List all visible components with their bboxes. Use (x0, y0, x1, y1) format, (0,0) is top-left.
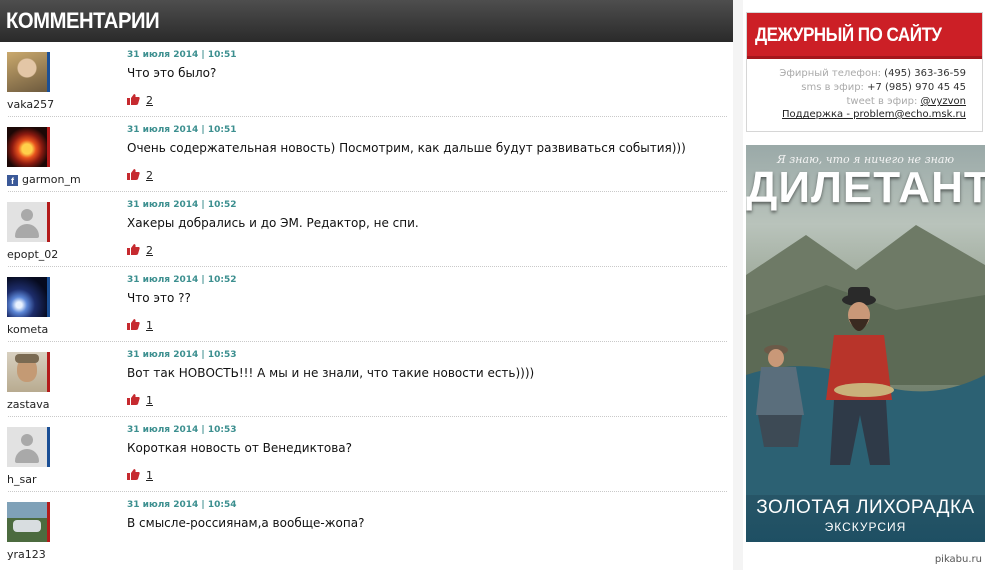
avatar[interactable] (7, 427, 50, 467)
username-text[interactable]: epopt_02 (7, 248, 58, 261)
comment-author[interactable]: h_sar (7, 473, 36, 486)
comment-item: f garmon_m 31 июля 2014 | 10:51 Очень содер… (0, 117, 733, 192)
facebook-icon: f (7, 175, 18, 186)
comment-text: Хакеры добрались и до ЭМ. Редактор, не с… (127, 216, 419, 230)
like-control[interactable]: 1 (127, 394, 153, 407)
comment-text: Вот так НОВОСТЬ!!! А мы и не знали, что … (127, 366, 535, 380)
comment-author[interactable]: kometa (7, 323, 48, 336)
comment-item: yra123 31 июля 2014 | 10:54 В смысле-росси… (0, 492, 733, 567)
comment-author[interactable]: epopt_02 (7, 248, 58, 261)
like-control[interactable]: 2 (127, 169, 153, 182)
thumbs-up-icon[interactable] (127, 319, 140, 330)
comment-author[interactable]: f garmon_m (7, 173, 81, 186)
comment-date: 31 июля 2014 | 10:54 (127, 500, 237, 510)
site-duty-title: ДЕЖУРНЫЙ ПО САЙТУ (755, 25, 942, 46)
comment-text: Очень содержательная новость) Посмотрим,… (127, 141, 686, 155)
like-count[interactable]: 1 (146, 394, 153, 407)
tweet-row: tweet в эфир: @vyzvon (847, 96, 967, 107)
avatar[interactable] (7, 502, 50, 542)
ad-brand-logo: ДИЛЕТАНТ (746, 163, 985, 212)
avatar[interactable] (7, 127, 50, 167)
thumbs-up-icon[interactable] (127, 244, 140, 255)
thumbs-up-icon[interactable] (127, 469, 140, 480)
comment-item: kometa 31 июля 2014 | 10:52 Что это ?? 1 (0, 267, 733, 342)
like-count[interactable]: 2 (146, 94, 153, 107)
tweet-link[interactable]: @vyzvon (921, 96, 966, 107)
avatar[interactable] (7, 352, 50, 392)
comment-date: 31 июля 2014 | 10:51 (127, 50, 237, 60)
gold-rush-illustration (746, 225, 985, 495)
like-count[interactable]: 2 (146, 169, 153, 182)
comment-author[interactable]: zastava (7, 398, 50, 411)
comment-text: Что это было? (127, 66, 217, 80)
phone-row: Эфирный телефон: (495) 363-36-59 (779, 68, 966, 79)
comments-section: КОММЕНТАРИИ vaka257 31 июля 2014 | 10:51 Ч… (0, 0, 733, 570)
site-duty-box: ДЕЖУРНЫЙ ПО САЙТУ Эфирный телефон: (495)… (746, 12, 983, 132)
watermark: pikabu.ru (934, 554, 982, 565)
comment-item: vaka257 31 июля 2014 | 10:51 Что это было?… (0, 42, 733, 117)
support-row: Поддержка - problem@echo.msk.ru (782, 109, 966, 120)
like-control[interactable]: 1 (127, 469, 153, 482)
thumbs-up-icon[interactable] (127, 169, 140, 180)
ad-subtitle: ЭКСКУРСИЯ (824, 520, 907, 534)
comment-date: 31 июля 2014 | 10:52 (127, 275, 237, 285)
comments-title: КОММЕНТАРИИ (6, 8, 160, 33)
like-control[interactable]: 1 (127, 319, 153, 332)
column-divider (733, 0, 743, 570)
thumbs-up-icon[interactable] (127, 94, 140, 105)
sms-row: sms в эфир: +7 (985) 970 45 45 (801, 82, 966, 93)
comment-date: 31 июля 2014 | 10:53 (127, 350, 237, 360)
tweet-label: tweet в эфир: (846, 96, 918, 107)
username-text[interactable]: zastava (7, 398, 50, 411)
username-text[interactable]: vaka257 (7, 98, 54, 111)
phone-label: Эфирный телефон: (779, 68, 881, 79)
ad-title: ЗОЛОТАЯ ЛИХОРАДКА (756, 497, 975, 518)
diletant-ad-banner[interactable]: Я знаю, что я ничего не знаю ДИЛЕТАНТ ЗО… (746, 145, 985, 542)
username-text[interactable]: h_sar (7, 473, 36, 486)
comment-author[interactable]: yra123 (7, 548, 46, 561)
comment-item: zastava 31 июля 2014 | 10:53 Вот так НОВОС… (0, 342, 733, 417)
like-count[interactable]: 1 (146, 469, 153, 482)
username-text[interactable]: garmon_m (22, 173, 81, 186)
comments-header: КОММЕНТАРИИ (0, 0, 733, 42)
username-text[interactable]: kometa (7, 323, 48, 336)
thumbs-up-icon[interactable] (127, 394, 140, 405)
phone-value: (495) 363-36-59 (884, 68, 966, 79)
support-link[interactable]: Поддержка - problem@echo.msk.ru (782, 109, 966, 120)
avatar[interactable] (7, 277, 50, 317)
comment-text: В смысле-россиянам,а вообще-жопа? (127, 516, 365, 530)
like-control[interactable]: 2 (127, 94, 153, 107)
comment-date: 31 июля 2014 | 10:53 (127, 425, 237, 435)
like-control[interactable]: 2 (127, 244, 153, 257)
comment-text: Что это ?? (127, 291, 191, 305)
comment-text: Короткая новость от Венедиктова? (127, 441, 352, 455)
sms-label: sms в эфир: (801, 82, 864, 93)
username-text[interactable]: yra123 (7, 548, 46, 561)
sms-value: +7 (985) 970 45 45 (867, 82, 966, 93)
comment-item: epopt_02 31 июля 2014 | 10:52 Хакеры добра… (0, 192, 733, 267)
comment-date: 31 июля 2014 | 10:51 (127, 125, 237, 135)
right-sidebar: ДЕЖУРНЫЙ ПО САЙТУ Эфирный телефон: (495)… (743, 0, 988, 570)
like-count[interactable]: 1 (146, 319, 153, 332)
comment-author[interactable]: vaka257 (7, 98, 54, 111)
like-count[interactable]: 2 (146, 244, 153, 257)
site-duty-banner[interactable]: ДЕЖУРНЫЙ ПО САЙТУ (747, 13, 982, 59)
avatar[interactable] (7, 202, 50, 242)
comment-date: 31 июля 2014 | 10:52 (127, 200, 237, 210)
avatar[interactable] (7, 52, 50, 92)
comment-item: h_sar 31 июля 2014 | 10:53 Короткая новост… (0, 417, 733, 492)
